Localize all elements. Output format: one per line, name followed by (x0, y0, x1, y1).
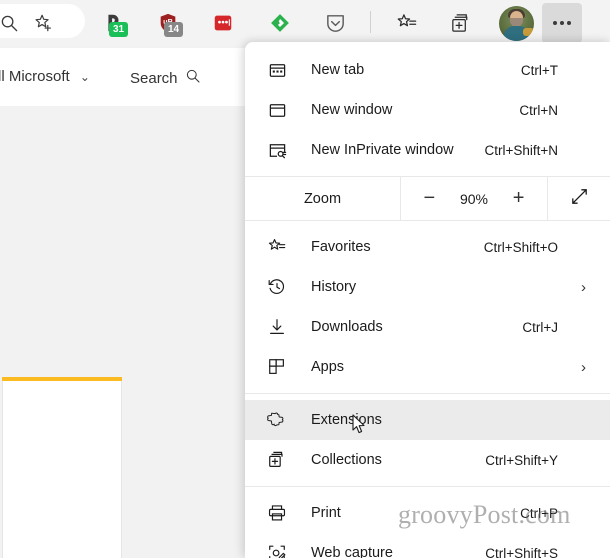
menu-item-label: Favorites (311, 239, 371, 255)
menu-top-pad (245, 42, 610, 50)
ellipsis-dot (553, 21, 557, 25)
fullscreen-icon (569, 186, 590, 212)
site-search-button[interactable]: Search (130, 68, 201, 88)
menu-item-new-window[interactable]: New window Ctrl+N (245, 90, 610, 130)
downloads-icon (265, 315, 289, 339)
menu-item-label: New InPrivate window (311, 142, 454, 158)
chevron-right-icon: › (581, 278, 586, 296)
chevron-down-icon: ⌄ (79, 70, 90, 84)
menu-item-new-tab[interactable]: New tab Ctrl+T (245, 50, 610, 90)
edge-settings-menu: New tab Ctrl+T New window Ctrl+N New InP… (245, 42, 610, 558)
menu-item-label: Apps (311, 359, 345, 375)
search-icon (185, 68, 201, 88)
watermark: groovyPost.com (398, 500, 571, 529)
menu-item-label: New tab (311, 62, 365, 78)
menu-item-history[interactable]: History › (245, 267, 610, 307)
menu-item-label: Downloads (311, 319, 383, 335)
browser-toolbar: 31 uB 14 (0, 0, 610, 46)
menu-item-web-capture[interactable]: Web capture Ctrl+Shift+S (245, 533, 610, 558)
ellipsis-dot (560, 21, 564, 25)
favorites-icon (265, 235, 289, 259)
fullscreen-button[interactable] (548, 177, 610, 220)
menu-item-shortcut: Ctrl+Shift+S (485, 545, 558, 558)
ellipsis-dot (567, 21, 571, 25)
menu-item-apps[interactable]: Apps › (245, 347, 610, 387)
collections-icon[interactable] (443, 6, 477, 40)
menu-item-downloads[interactable]: Downloads Ctrl+J (245, 307, 610, 347)
menu-item-new-inprivate-window[interactable]: New InPrivate window Ctrl+Shift+N (245, 130, 610, 170)
menu-item-label: New window (311, 102, 393, 118)
new-inprivate-window-icon (265, 138, 289, 162)
print-icon (265, 501, 289, 525)
new-tab-icon (265, 58, 289, 82)
content-card[interactable] (2, 381, 122, 558)
zoom-in-button[interactable]: + (504, 184, 534, 214)
menu-item-shortcut: Ctrl+N (519, 102, 558, 118)
all-microsoft-dropdown[interactable]: All Microsoft ⌄ (0, 68, 90, 85)
favorites-icon[interactable] (389, 6, 423, 40)
extension-feedly-icon[interactable] (263, 6, 297, 40)
add-favorite-icon[interactable] (26, 6, 60, 40)
menu-item-shortcut: Ctrl+J (522, 319, 558, 335)
zoom-out-button[interactable]: − (414, 184, 444, 214)
extension-ublock-origin-icon[interactable]: uB 14 (151, 6, 185, 40)
menu-item-label: Print (311, 505, 341, 521)
menu-separator (245, 393, 610, 394)
menu-item-label: Web capture (311, 545, 393, 558)
menu-separator (245, 486, 610, 487)
settings-and-more-button[interactable] (542, 3, 582, 43)
menu-item-collections[interactable]: Collections Ctrl+Shift+Y (245, 440, 610, 480)
extension-badge: 31 (109, 22, 128, 37)
menu-item-label: Collections (311, 452, 382, 468)
new-window-icon (265, 98, 289, 122)
menu-item-shortcut: Ctrl+Shift+O (483, 239, 558, 255)
zoom-value: 90% (459, 190, 488, 207)
zoom-label: Zoom (303, 190, 342, 207)
menu-item-label: History (311, 279, 357, 295)
browser-window: 31 uB 14 (0, 0, 610, 558)
zoom-row: Zoom − 90% + (245, 176, 610, 221)
extension-lastpass-icon[interactable] (206, 6, 240, 40)
extension-pocket-icon[interactable] (318, 6, 352, 40)
chevron-right-icon: › (581, 358, 586, 376)
avatar-background-object (523, 28, 534, 36)
avatar[interactable] (499, 6, 534, 41)
extension-pocket-casts-icon[interactable]: 31 (96, 6, 130, 40)
menu-item-label: Extensions (311, 412, 382, 428)
search-icon[interactable] (0, 6, 26, 40)
menu-item-favorites[interactable]: Favorites Ctrl+Shift+O (245, 227, 610, 267)
extensions-icon (265, 408, 289, 432)
apps-icon (265, 355, 289, 379)
collections-icon (265, 448, 289, 472)
web-capture-icon (265, 541, 289, 558)
zoom-controls: − 90% + (400, 177, 548, 220)
menu-item-shortcut: Ctrl+Shift+Y (485, 452, 558, 468)
menu-item-shortcut: Ctrl+T (520, 62, 558, 78)
history-icon (265, 275, 289, 299)
menu-item-extensions[interactable]: Extensions (245, 400, 610, 440)
toolbar-divider (370, 11, 371, 33)
extension-badge: 14 (164, 22, 183, 37)
menu-item-shortcut: Ctrl+Shift+N (484, 142, 558, 158)
all-microsoft-label: All Microsoft (0, 68, 70, 85)
site-search-label: Search (130, 69, 178, 87)
